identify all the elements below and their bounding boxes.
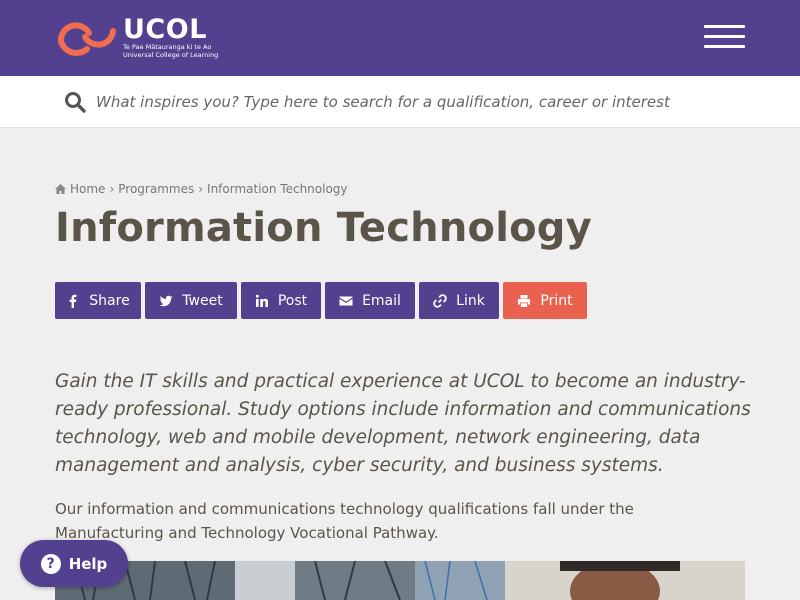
- print-label: Print: [540, 292, 573, 309]
- share-email-button[interactable]: Email: [325, 282, 415, 319]
- logo-name: UCOL: [123, 13, 207, 45]
- help-button[interactable]: ? Help: [20, 540, 128, 587]
- share-twitter-button[interactable]: Tweet: [145, 282, 237, 319]
- server-room-photo: [55, 561, 745, 600]
- ucol-logo[interactable]: UCOL Te Pae Mātauranga ki te Ao Universa…: [55, 13, 219, 60]
- breadcrumb-separator: ›: [198, 182, 204, 196]
- share-facebook-label: Share: [89, 292, 130, 309]
- link-icon: [433, 293, 447, 308]
- share-linkedin-label: Post: [277, 292, 308, 309]
- facebook-icon: [69, 294, 77, 308]
- ucol-logo-mark-icon: [58, 22, 116, 56]
- twitter-icon: [159, 295, 173, 306]
- breadcrumb-current: Information Technology: [207, 182, 348, 196]
- breadcrumb: Home › Programmes › Information Technolo…: [55, 182, 348, 196]
- search-bar: [0, 76, 800, 128]
- search-input[interactable]: [96, 88, 696, 116]
- share-linkedin-button[interactable]: Post: [241, 282, 321, 319]
- site-header: UCOL Te Pae Mātauranga ki te Ao Universa…: [0, 0, 800, 76]
- home-icon: [55, 184, 66, 194]
- share-email-label: Email: [362, 292, 401, 309]
- breadcrumb-programmes[interactable]: Programmes: [118, 182, 194, 196]
- share-facebook-button[interactable]: Share: [55, 282, 141, 319]
- search-icon[interactable]: [64, 91, 86, 113]
- logo-subtitle-2: Universal College of Learning: [123, 51, 219, 59]
- intro-paragraph: Gain the IT skills and practical experie…: [55, 371, 751, 476]
- logo-subtitle-1: Te Pae Mātauranga ki te Ao: [123, 42, 212, 51]
- share-toolbar: Share Tweet Post Email Link Print: [55, 282, 591, 319]
- question-icon: ?: [40, 553, 61, 574]
- logo-text: UCOL Te Pae Mātauranga ki te Ao Universa…: [123, 13, 219, 60]
- print-button[interactable]: Print: [503, 282, 587, 319]
- page-title: Information Technology: [55, 205, 592, 251]
- share-twitter-label: Tweet: [182, 292, 223, 309]
- hamburger-icon[interactable]: [704, 25, 746, 49]
- help-label: Help: [68, 554, 108, 573]
- printer-icon: [518, 294, 531, 307]
- linkedin-icon: [255, 294, 268, 307]
- body-paragraph: Our information and communications techn…: [55, 500, 634, 542]
- share-link-button[interactable]: Link: [419, 282, 499, 319]
- envelope-icon: [339, 296, 353, 305]
- breadcrumb-home[interactable]: Home: [70, 182, 105, 196]
- breadcrumb-separator: ›: [109, 182, 115, 196]
- share-link-label: Link: [456, 292, 485, 309]
- hero-photo: [55, 561, 745, 600]
